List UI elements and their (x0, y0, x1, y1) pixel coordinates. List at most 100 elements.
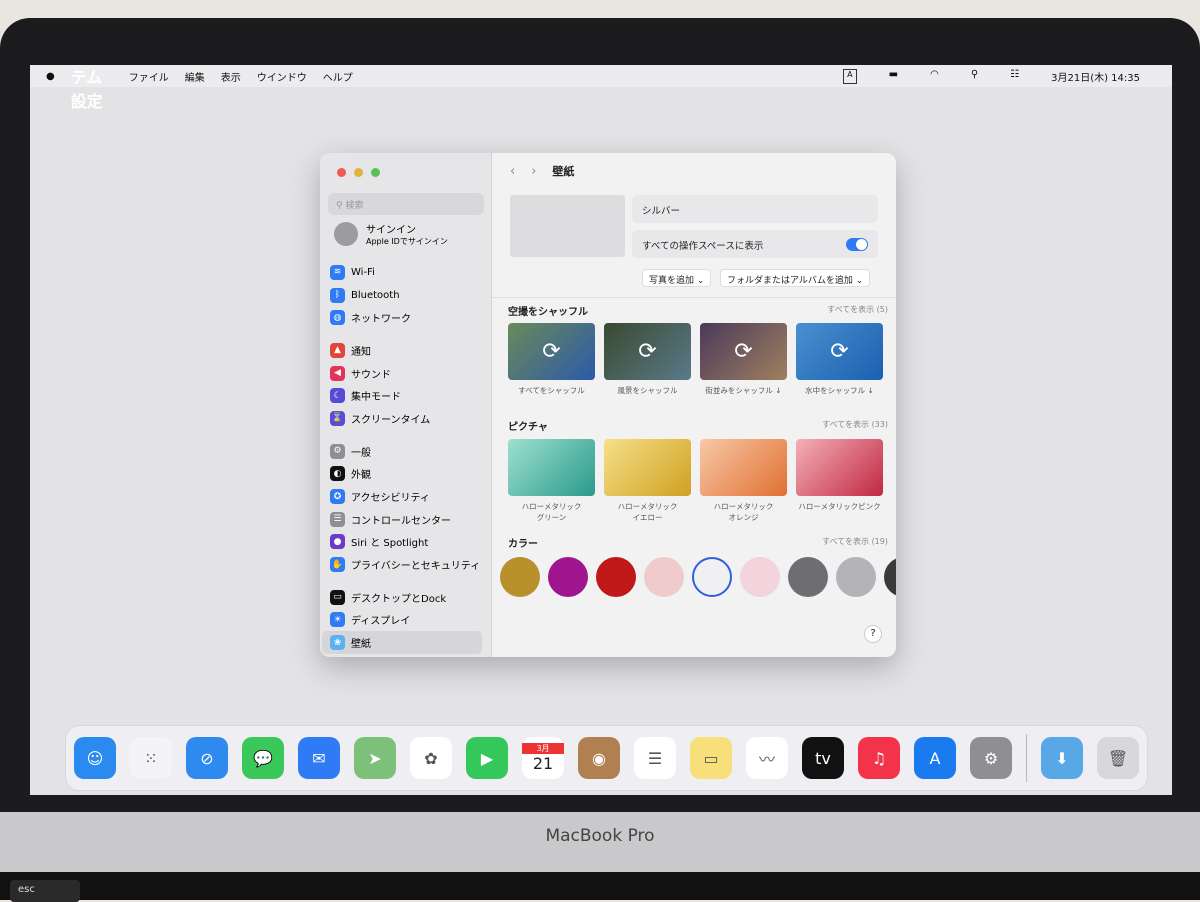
add-folder-button[interactable]: フォルダまたはアルバムを追加 ⌄ (720, 269, 871, 287)
color-swatch[interactable] (692, 557, 732, 597)
menu-app[interactable]: システム設定 (71, 65, 113, 111)
menu-help[interactable]: ヘルプ (323, 69, 353, 84)
dock-app-4[interactable]: ✉ (298, 737, 340, 779)
settings-window: ⚲ 検索 サインイン Apple IDでサインイン ≋ Wi-Fi ᛒ Bluetoot… (320, 153, 896, 657)
sidebar-item[interactable]: ◐ 外観 (330, 463, 485, 486)
dock-app-14[interactable]: ♫ (858, 737, 900, 779)
dock-app-13[interactable]: tv (802, 737, 844, 779)
accessibility-icon: ✪ (330, 489, 345, 505)
sidebar-item[interactable]: ● Siri と Spotlight (330, 531, 485, 554)
dock-app-15[interactable]: A (914, 737, 956, 779)
picture-thumbnail[interactable]: ハローメタリックピンク (796, 439, 883, 523)
aerial-thumbnail[interactable]: ⟳ 水中をシャッフル ↓ (796, 323, 883, 396)
sidebar-item[interactable]: ⚙ 一般 (330, 440, 485, 463)
show-all-spaces-toggle[interactable] (846, 238, 868, 251)
sidebar-item[interactable]: ▭ デスクトップとDock (330, 586, 485, 609)
aerial-thumbnail[interactable]: ⟳ 風景をシャッフル (604, 323, 691, 396)
aerial-thumbnail[interactable]: ⟳ すべてをシャッフル (508, 323, 595, 396)
color-swatch[interactable] (644, 557, 684, 597)
search-input[interactable]: ⚲ 検索 (328, 193, 484, 215)
menu-bar: ● システム設定 ファイル 編集 表示 ウインドウ ヘルプ A ▬ ◠ ⚲ ☷ … (30, 65, 1172, 111)
dock-app-1[interactable]: ⁙ (130, 737, 172, 779)
picture-thumbnail[interactable]: ハローメタリック グリーン (508, 439, 595, 523)
color-swatch[interactable] (500, 557, 540, 597)
dock-app-8[interactable]: 3月 21 (522, 737, 564, 779)
sidebar-item-label: 壁紙 (351, 639, 371, 651)
dock-app-2[interactable]: ⊘ (186, 737, 228, 779)
sidebar-item-label: 集中モード (351, 392, 401, 404)
clock[interactable]: 3月21日(木) 14:35 (1051, 69, 1140, 84)
dock-app-10[interactable]: ☰ (634, 737, 676, 779)
dock-app-7[interactable]: ▶ (466, 737, 508, 779)
sidebar-item-label: コントロールセンター (351, 515, 451, 527)
moon-icon: ☾ (330, 388, 345, 404)
aerial-show-all[interactable]: すべてを表示 (5) (827, 304, 888, 315)
colors-show-all[interactable]: すべてを表示 (19) (822, 536, 888, 547)
sidebar-item[interactable]: ❀ 壁紙 (322, 631, 482, 654)
zoom-button[interactable] (371, 168, 380, 177)
calendar-day: 21 (532, 754, 554, 773)
sun-icon: ☀ (330, 612, 345, 628)
sidebar-item[interactable]: ☀ ディスプレイ (330, 609, 485, 632)
control-center-status-icon[interactable]: ☷ (1010, 69, 1019, 84)
menu-view[interactable]: 表示 (221, 69, 241, 84)
battery-icon[interactable]: ▬ (889, 69, 898, 84)
picture-image (508, 439, 595, 496)
sidebar-item[interactable]: ✪ アクセシビリティ (330, 485, 485, 508)
color-swatch[interactable] (836, 557, 876, 597)
dock-app-0[interactable]: ☺ (74, 737, 116, 779)
minimize-button[interactable] (354, 168, 363, 177)
color-swatch[interactable] (596, 557, 636, 597)
close-button[interactable] (337, 168, 346, 177)
dock-app-18[interactable]: 🗑 (1097, 737, 1139, 779)
aerial-thumbnail[interactable]: ⟳ 街並みをシャッフル ↓ (700, 323, 787, 396)
menu-window[interactable]: ウインドウ (257, 69, 307, 84)
search-placeholder: 検索 (345, 201, 364, 211)
menu-file[interactable]: ファイル (129, 69, 169, 84)
sidebar-item[interactable]: ◀ サウンド (330, 362, 485, 385)
color-swatch[interactable] (884, 557, 896, 597)
pictures-show-all[interactable]: すべてを表示 (33) (822, 419, 888, 430)
color-swatch[interactable] (740, 557, 780, 597)
dock-app-17[interactable]: ⬇ (1041, 737, 1083, 779)
menu-edit[interactable]: 編集 (185, 69, 205, 84)
sidebar-item[interactable]: ≋ Wi-Fi (330, 261, 485, 284)
color-swatch[interactable] (548, 557, 588, 597)
dock-app-6[interactable]: ✿ (410, 737, 452, 779)
dock-app-icon: ☺ (86, 748, 104, 768)
help-button[interactable]: ? (864, 625, 882, 643)
signin-subtitle: Apple IDでサインイン (366, 237, 448, 246)
dock-app-11[interactable]: ▭ (690, 737, 732, 779)
sidebar-item[interactable]: ◍ ネットワーク (330, 306, 485, 329)
apple-id-signin[interactable]: サインイン Apple IDでサインイン (334, 221, 448, 247)
siri-icon: ● (330, 534, 345, 550)
add-photo-button[interactable]: 写真を追加 ⌄ (642, 269, 712, 287)
dock-app-12[interactable]: 〰 (746, 737, 788, 779)
sidebar-item[interactable]: ☾ 集中モード (330, 384, 485, 407)
dock-app-9[interactable]: ◉ (578, 737, 620, 779)
brand-label: MacBook Pro (545, 826, 655, 846)
dock-app-5[interactable]: ➤ (354, 737, 396, 779)
wifi-status-icon[interactable]: ◠ (930, 69, 939, 84)
dock-app-3[interactable]: 💬 (242, 737, 284, 779)
picture-thumbnail[interactable]: ハローメタリック イエロー (604, 439, 691, 523)
dock-app-icon: ☰ (647, 748, 663, 768)
sidebar-item[interactable]: ✋ プライバシーとセキュリティ (330, 553, 485, 576)
sidebar-item[interactable]: ☰ コントロールセンター (330, 508, 485, 531)
wallpaper-pane: ‹ › 壁紙 シルバー すべての操作スペースに表示 写真を追加 ⌄ フォルダまた… (492, 153, 896, 657)
esc-key: esc (10, 880, 80, 902)
picture-thumbnail[interactable]: ハローメタリック オレンジ (700, 439, 787, 523)
input-source-icon[interactable]: A (843, 68, 857, 84)
sidebar-item[interactable]: ▲ 通知 (330, 339, 485, 362)
color-swatch[interactable] (788, 557, 828, 597)
forward-icon[interactable]: › (531, 164, 536, 179)
sidebar-item[interactable]: ᛒ Bluetooth (330, 284, 485, 307)
sidebar-item[interactable]: ⌛ スクリーンタイム (330, 407, 485, 430)
spotlight-icon[interactable]: ⚲ (971, 69, 978, 84)
thumbnail-label: ハローメタリックピンク (798, 502, 881, 511)
back-icon[interactable]: ‹ (510, 164, 515, 179)
thumbnail-label: ハローメタリック イエロー (617, 502, 678, 522)
wallpaper-preview (510, 195, 625, 257)
dock-app-16[interactable]: ⚙ (970, 737, 1012, 779)
apple-menu-icon[interactable]: ● (46, 71, 55, 82)
